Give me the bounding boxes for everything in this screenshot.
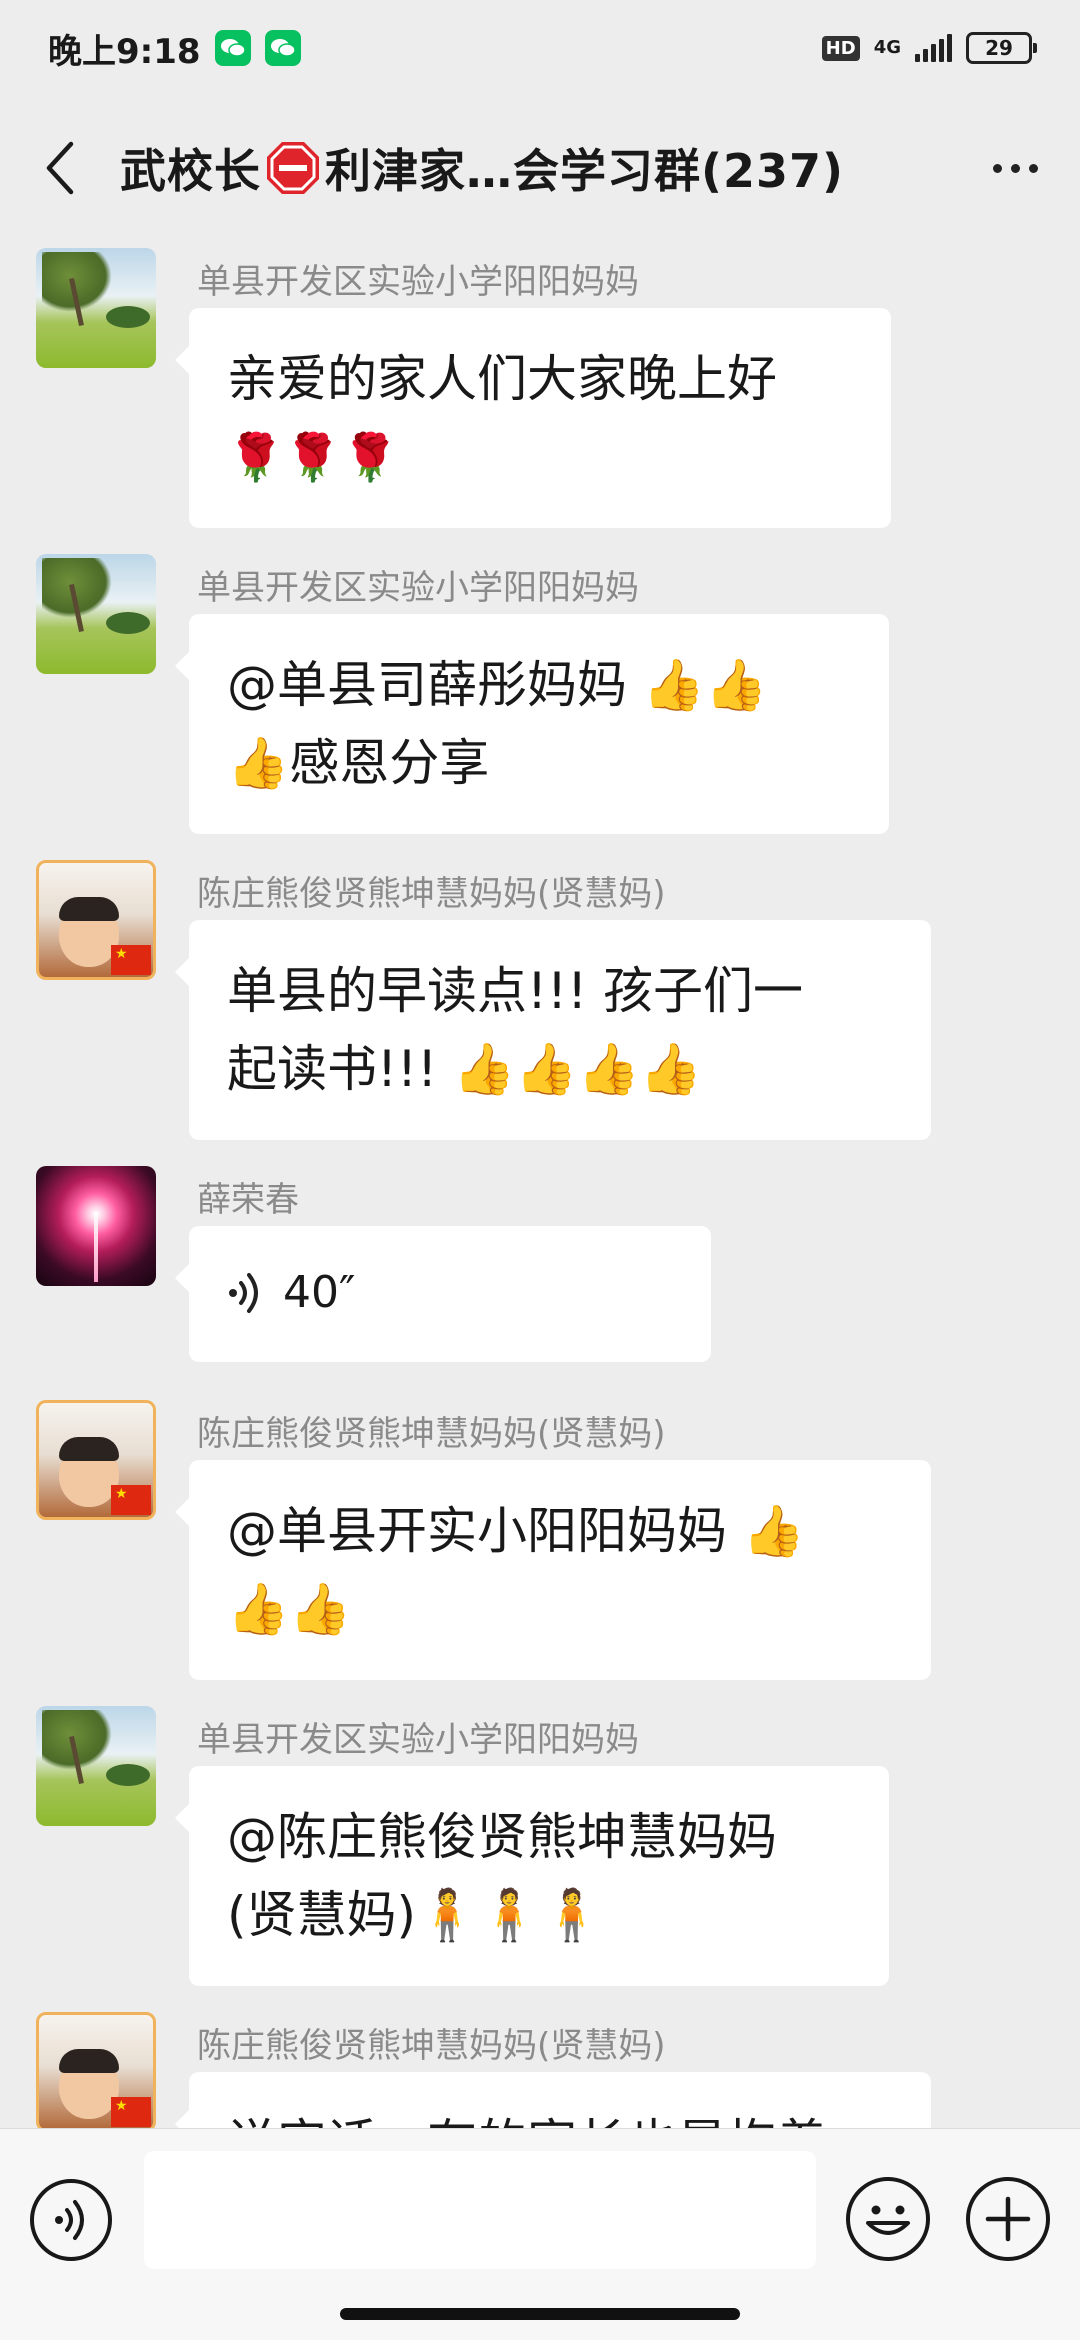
avatar[interactable] — [36, 1400, 156, 1520]
voice-icon — [55, 2200, 84, 2240]
plus-icon — [985, 2196, 1031, 2242]
message-text: 👍感恩分享 — [227, 734, 490, 792]
voice-wave-icon — [229, 1273, 258, 1313]
wechat-notification-icon — [264, 30, 301, 66]
message-text: @陈庄熊俊贤熊坤慧妈妈 — [227, 1808, 777, 1866]
message-bubble[interactable]: @单县司薛彤妈妈 👍👍 👍感恩分享 — [175, 614, 889, 834]
message-item: 陈庄熊俊贤熊坤慧妈妈(贤慧妈) 说实话，有的家长也是抱着 — [36, 2008, 1056, 2128]
sender-name: 单县开发区实验小学阳阳妈妈 — [197, 1720, 639, 1760]
avatar[interactable] — [36, 248, 156, 368]
message-item: 薛荣春 40″ — [36, 1162, 1056, 1376]
sender-name: 陈庄熊俊贤熊坤慧妈妈(贤慧妈) — [197, 874, 666, 914]
back-arrow-icon — [46, 141, 74, 195]
chat-header: 武校长 利津家…会学习群(237) — [0, 96, 1080, 240]
avatar[interactable] — [36, 860, 156, 980]
chat-title: 武校长 利津家…会学习群(237) — [120, 135, 950, 201]
message-text: 🌹🌹🌹 — [227, 430, 399, 484]
battery-level: 29 — [985, 36, 1013, 60]
message-item: 单县开发区实验小学阳阳妈妈 亲爱的家人们大家晚上好 🌹🌹🌹 — [36, 244, 1056, 528]
signal-icon — [915, 34, 952, 62]
message-text: 起读书!!! 👍👍👍👍 — [227, 1040, 703, 1098]
message-text: 单县的早读点!!! 孩子们一 — [227, 962, 804, 1020]
message-item: 单县开发区实验小学阳阳妈妈 @单县司薛彤妈妈 👍👍 👍感恩分享 — [36, 550, 1056, 834]
message-bubble[interactable]: @单县开实小阳阳妈妈 👍 👍👍 — [175, 1460, 931, 1680]
chat-title-part2: 利津家…会学习群(237) — [325, 144, 845, 198]
message-bubble[interactable]: @陈庄熊俊贤熊坤慧妈妈 (贤慧妈)🧍🧍🧍 — [175, 1766, 889, 1986]
sender-name: 陈庄熊俊贤熊坤慧妈妈(贤慧妈) — [197, 2026, 666, 2066]
sender-name: 薛荣春 — [197, 1180, 299, 1220]
status-time: 晚上9:18 — [48, 31, 201, 72]
emoji-icon — [866, 2205, 910, 2235]
avatar[interactable] — [36, 554, 156, 674]
dot — [992, 163, 1002, 173]
message-text: @单县开实小阳阳妈妈 👍 — [227, 1502, 806, 1560]
more-functions-button[interactable] — [966, 2177, 1050, 2261]
message-text: 👍👍 — [227, 1580, 352, 1638]
voice-message-bubble[interactable]: 40″ — [175, 1226, 711, 1362]
status-indicators: HD 4G 29 — [821, 32, 1037, 64]
chat-title-part1: 武校长 — [120, 144, 261, 198]
message-text: 说实话，有的家长也是抱着 — [227, 2104, 893, 2128]
status-bar: 晚上9:18 HD 4G 29 — [0, 0, 1080, 96]
message-text: 亲爱的家人们大家晚上好 — [227, 350, 777, 408]
dot — [1028, 163, 1038, 173]
more-options-button[interactable] — [950, 96, 1080, 240]
message-text: @单县司薛彤妈妈 👍👍 — [227, 656, 768, 714]
message-bubble[interactable]: 亲爱的家人们大家晚上好 🌹🌹🌹 — [175, 308, 891, 528]
wechat-notification-icon — [214, 30, 251, 66]
message-bubble[interactable]: 说实话，有的家长也是抱着 — [175, 2072, 931, 2128]
home-indicator[interactable] — [340, 2308, 740, 2320]
network-type: 4G — [873, 37, 901, 58]
message-bubble[interactable]: 单县的早读点!!! 孩子们一 起读书!!! 👍👍👍👍 — [175, 920, 931, 1140]
message-text: (贤慧妈)🧍🧍🧍 — [227, 1886, 603, 1944]
sender-name: 陈庄熊俊贤熊坤慧妈妈(贤慧妈) — [197, 1414, 666, 1454]
avatar[interactable] — [36, 1166, 156, 1286]
message-item: 陈庄熊俊贤熊坤慧妈妈(贤慧妈) @单县开实小阳阳妈妈 👍 👍👍 — [36, 1396, 1056, 1680]
sender-name: 单县开发区实验小学阳阳妈妈 — [197, 262, 639, 302]
dot — [1010, 163, 1020, 173]
back-button[interactable] — [0, 96, 120, 240]
avatar[interactable] — [36, 2012, 156, 2128]
message-input[interactable] — [144, 2151, 816, 2269]
avatar[interactable] — [36, 1706, 156, 1826]
voice-duration: 40″ — [283, 1267, 356, 1318]
message-item: 陈庄熊俊贤熊坤慧妈妈(贤慧妈) 单县的早读点!!! 孩子们一 起读书!!! 👍👍… — [36, 856, 1056, 1140]
battery-icon: 29 — [966, 32, 1037, 64]
voice-input-button[interactable] — [30, 2179, 112, 2261]
hd-badge: HD — [821, 35, 860, 61]
message-list[interactable]: 单县开发区实验小学阳阳妈妈 亲爱的家人们大家晚上好 🌹🌹🌹 单县开发区实验小学阳… — [0, 240, 1080, 2128]
sender-name: 单县开发区实验小学阳阳妈妈 — [197, 568, 639, 608]
emoji-button[interactable] — [846, 2177, 930, 2261]
stop-sign-icon — [267, 142, 319, 194]
message-item: 单县开发区实验小学阳阳妈妈 @陈庄熊俊贤熊坤慧妈妈 (贤慧妈)🧍🧍🧍 — [36, 1702, 1056, 1986]
